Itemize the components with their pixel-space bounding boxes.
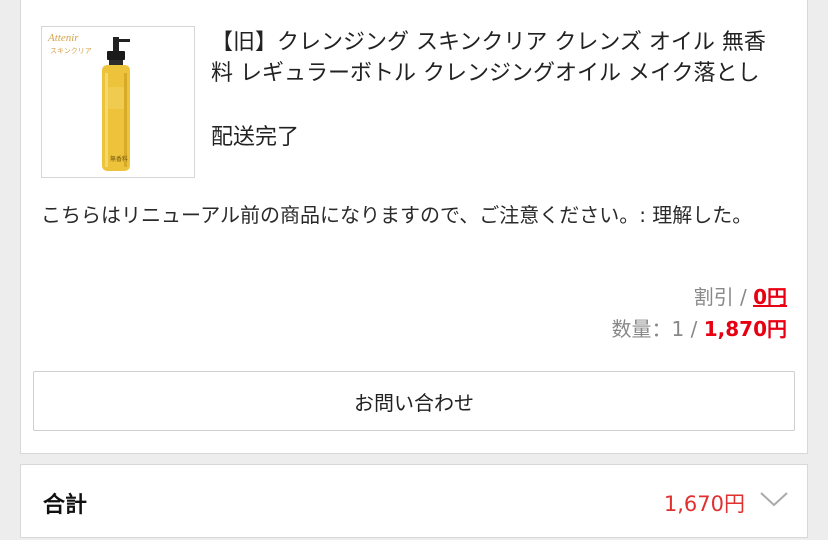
item-price: 1,870円 xyxy=(703,317,787,341)
total-amount: 1,670円 xyxy=(663,492,745,516)
discount-value[interactable]: 0円 xyxy=(753,285,787,309)
product-notice: こちらはリニューアル前の商品になりますので、ご注意ください。: 理解した。 xyxy=(41,203,753,227)
order-item-card: Attenir スキンクリア 無香料 【旧】クレンジング スキンクリア クレンズ… xyxy=(20,0,808,454)
product-image: Attenir スキンクリア 無香料 xyxy=(42,27,194,177)
product-title[interactable]: 【旧】クレンジング スキンクリア クレンズ オイル 無香料 レギュラーボトル ク… xyxy=(211,27,781,89)
order-total-card[interactable]: 合計 1,670円 xyxy=(20,464,808,538)
quantity-price-line: 数量：1 / 1,870円 xyxy=(612,313,787,342)
quantity-label: 数量：1 / xyxy=(611,317,704,341)
delivery-status: 配送完了 xyxy=(211,125,300,150)
discount-line: 割引 / 0円 xyxy=(694,281,787,310)
total-label: 合計 xyxy=(43,493,88,518)
image-brand-text: Attenir xyxy=(47,32,79,44)
discount-label: 割引 / xyxy=(693,285,754,309)
inquiry-button[interactable]: お問い合わせ xyxy=(33,371,795,431)
product-thumbnail[interactable]: Attenir スキンクリア 無香料 xyxy=(41,26,195,178)
image-label-text: 無香料 xyxy=(110,155,128,163)
image-sub-text: スキンクリア xyxy=(50,47,92,55)
chevron-down-icon[interactable] xyxy=(759,490,789,508)
